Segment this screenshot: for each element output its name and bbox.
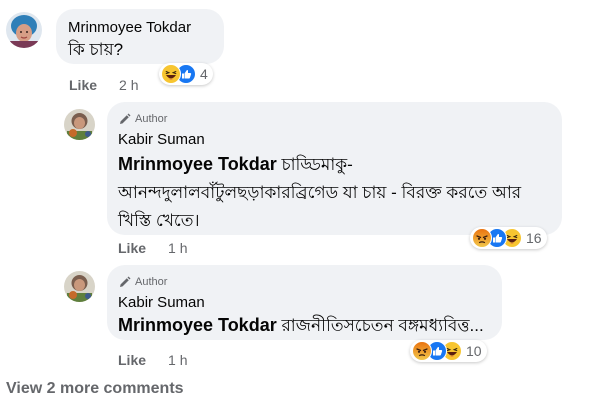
reaction-summary[interactable]: 16 bbox=[470, 227, 547, 249]
reply-text-line: খিস্তি খেতে। bbox=[118, 211, 200, 230]
author-label: Author bbox=[135, 276, 168, 288]
avatar[interactable] bbox=[64, 271, 95, 302]
reaction-count: 16 bbox=[526, 230, 542, 246]
author-label: Author bbox=[135, 113, 168, 125]
reply-text-line[interactable]: রাজনীতিসচেতন বঙ্গমধ্যবিত্ত... bbox=[281, 316, 483, 335]
timestamp[interactable]: 2 h bbox=[119, 77, 138, 93]
comment-text: কি চায়? bbox=[68, 40, 124, 59]
reaction-count: 4 bbox=[200, 66, 208, 82]
avatar[interactable] bbox=[6, 12, 42, 48]
reply-actions: Like 1 h bbox=[118, 352, 187, 368]
reaction-summary[interactable]: 4 bbox=[159, 63, 213, 85]
commenter-name[interactable]: Mrinmoyee Tokdar bbox=[68, 18, 212, 38]
like-button[interactable]: Like bbox=[69, 77, 97, 93]
commenter-name[interactable]: Kabir Suman bbox=[118, 130, 551, 150]
reply-text-line: চাড্ডিমাকু- bbox=[281, 155, 353, 174]
haha-icon bbox=[161, 64, 181, 84]
timestamp[interactable]: 1 h bbox=[168, 240, 187, 256]
comment-actions: Like 2 h bbox=[69, 77, 138, 93]
comment-bubble: Mrinmoyee Tokdar কি চায়? bbox=[56, 9, 224, 64]
commenter-name[interactable]: Kabir Suman bbox=[118, 293, 491, 313]
author-badge: Author bbox=[118, 274, 491, 290]
comment-thread: Mrinmoyee Tokdar কি চায়? 4 Like 2 h Aut… bbox=[0, 0, 600, 400]
reply-bubble: Author Kabir Suman Mrinmoyee Tokdar চাড্… bbox=[107, 102, 562, 235]
reply-actions: Like 1 h bbox=[118, 240, 187, 256]
avatar[interactable] bbox=[64, 109, 95, 140]
angry-icon bbox=[412, 341, 432, 361]
reply-bubble: Author Kabir Suman Mrinmoyee Tokdar রাজন… bbox=[107, 265, 502, 340]
author-badge: Author bbox=[118, 111, 551, 127]
reply-text: Mrinmoyee Tokdar রাজনীতিসচেতন বঙ্গমধ্যবি… bbox=[118, 313, 491, 338]
mention-link[interactable]: Mrinmoyee Tokdar bbox=[118, 154, 277, 174]
like-button[interactable]: Like bbox=[118, 352, 146, 368]
reply-text-line: আনন্দদুলালবাঁটুলছড়াকারব্রিগেড যা চায় -… bbox=[118, 183, 522, 202]
mention-link[interactable]: Mrinmoyee Tokdar bbox=[118, 315, 277, 335]
reaction-summary[interactable]: 10 bbox=[410, 340, 487, 362]
reaction-count: 10 bbox=[466, 343, 482, 359]
reply-text: Mrinmoyee Tokdar চাড্ডিমাকু- আনন্দদুলালব… bbox=[118, 150, 551, 235]
pencil-icon bbox=[118, 276, 131, 289]
view-more-comments-link[interactable]: View 2 more comments bbox=[6, 380, 184, 398]
like-button[interactable]: Like bbox=[118, 240, 146, 256]
timestamp[interactable]: 1 h bbox=[168, 352, 187, 368]
angry-icon bbox=[472, 228, 492, 248]
pencil-icon bbox=[118, 113, 131, 126]
